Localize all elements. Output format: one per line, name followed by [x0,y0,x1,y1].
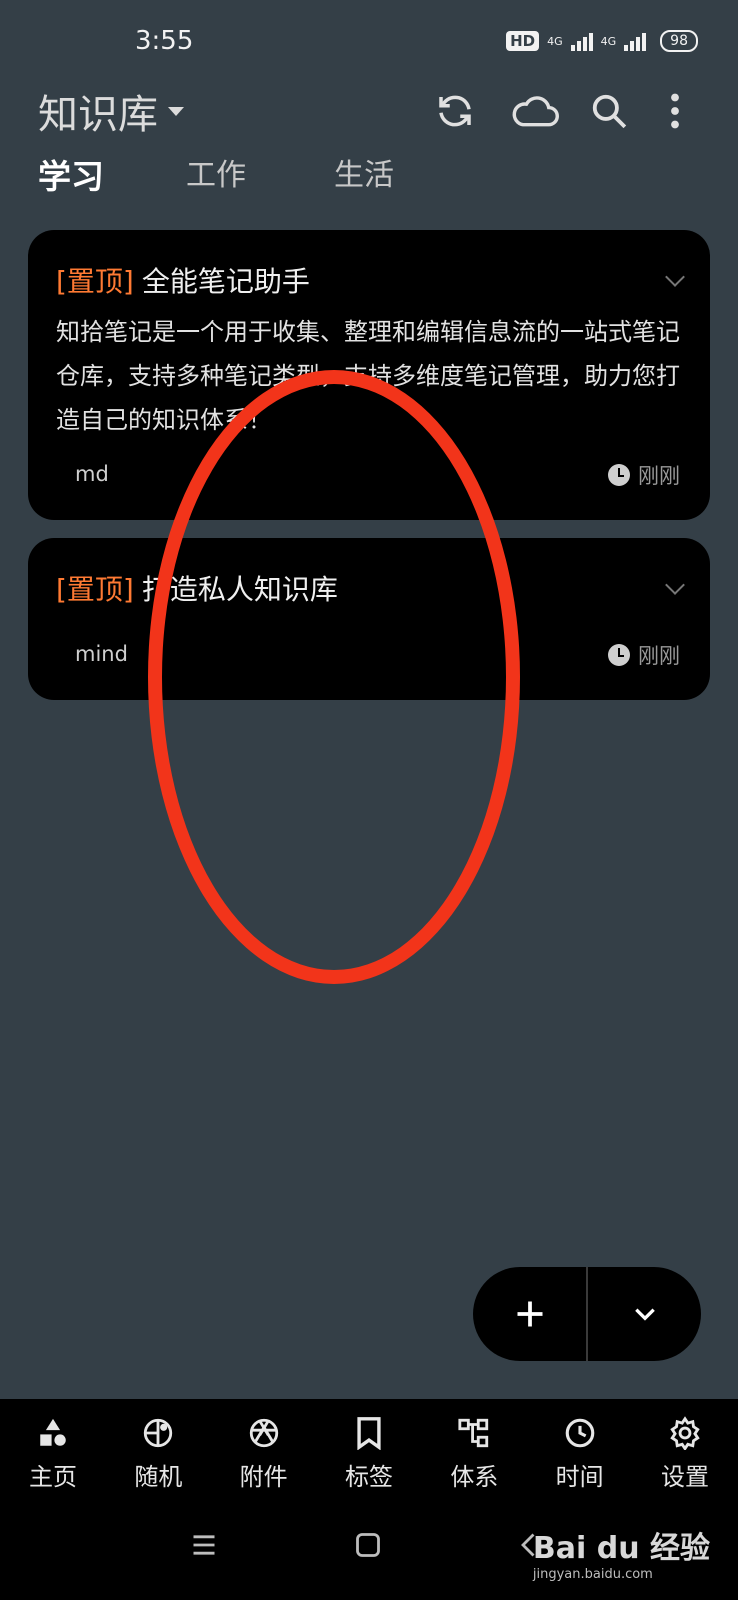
add-note-button[interactable] [473,1267,586,1361]
cloud-icon[interactable] [510,86,560,136]
nav-tags[interactable]: 标签 [330,1415,408,1492]
nav-attachments[interactable]: 附件 [225,1415,303,1492]
note-time: 刚刚 [608,640,680,670]
tab-work[interactable]: 工作 [186,150,334,198]
tab-life[interactable]: 生活 [334,150,482,198]
fab-group [473,1267,701,1361]
app-header: 知识库 [0,82,738,142]
caret-down-icon [168,106,184,116]
nav-settings[interactable]: 设置 [646,1415,724,1492]
network-type-1: 4G [547,34,563,48]
category-tabs: 学习 工作 生活 [38,150,482,198]
expand-menu-button[interactable] [588,1267,701,1361]
bottom-bar: 主页 随机 附件 标签 体系 时间 设置 Bai du 经验 jingyan.b… [0,1399,738,1600]
more-vertical-icon[interactable] [650,86,700,136]
note-card[interactable]: [置顶] 全能笔记助手 知拾笔记是一个用于收集、整理和编辑信息流的一站式笔记仓库，… [28,230,710,520]
note-title: [置顶] 全能笔记助手 [56,265,310,298]
baidu-watermark: Bai du 经验 jingyan.baidu.com [532,1531,710,1582]
signal-icon-2 [624,31,647,51]
chevron-down-icon [634,1308,655,1321]
nav-system[interactable]: 体系 [435,1415,513,1492]
chevron-down-icon[interactable] [665,267,685,287]
hd-icon: HD [506,31,540,51]
bookmark-icon [351,1415,387,1451]
home-icon[interactable] [354,1531,382,1563]
status-indicators: HD 4G 4G 98 [506,30,698,52]
system-navigation: Bai du 经验 jingyan.baidu.com [0,1523,738,1582]
note-title: [置顶] 打造私人知识库 [56,573,338,606]
note-type: mind [75,642,128,666]
pinned-label: [置顶] [56,265,134,298]
status-bar: 3:55 HD 4G 4G 98 [0,0,738,80]
note-time: 刚刚 [608,460,680,490]
aperture-icon [246,1415,282,1451]
battery-icon: 98 [660,30,698,52]
dice-icon [140,1415,176,1451]
sync-icon[interactable] [430,86,480,136]
hierarchy-icon [456,1415,492,1451]
nav-time[interactable]: 时间 [541,1415,619,1492]
status-time: 3:55 [135,26,194,56]
chevron-down-icon[interactable] [665,575,685,595]
note-type: md [75,462,109,486]
signal-icon [570,31,593,51]
nav-home[interactable]: 主页 [14,1415,92,1492]
pinned-label: [置顶] [56,573,134,606]
page-title: 知识库 [38,92,158,138]
search-icon[interactable] [584,86,634,136]
bottom-nav: 主页 随机 附件 标签 体系 时间 设置 [0,1399,738,1492]
plus-icon [517,1301,542,1327]
clock-icon [608,464,630,486]
gear-icon [667,1415,703,1451]
menu-icon[interactable] [190,1531,218,1563]
app-screen: 3:55 HD 4G 4G 98 知识库 学习 工作 生活 [置顶] 全能笔记助… [0,0,738,1600]
note-card[interactable]: [置顶] 打造私人知识库 mind 刚刚 [28,538,710,700]
nav-random[interactable]: 随机 [119,1415,197,1492]
tab-study[interactable]: 学习 [38,150,186,198]
clock-icon [608,644,630,666]
network-type-2: 4G [600,34,617,48]
clock-icon [562,1415,598,1451]
shapes-icon [35,1415,71,1451]
notebook-selector[interactable]: 知识库 [38,82,184,140]
note-preview: 知拾笔记是一个用于收集、整理和编辑信息流的一站式笔记仓库，支持多种笔记类型，支持… [56,318,680,434]
